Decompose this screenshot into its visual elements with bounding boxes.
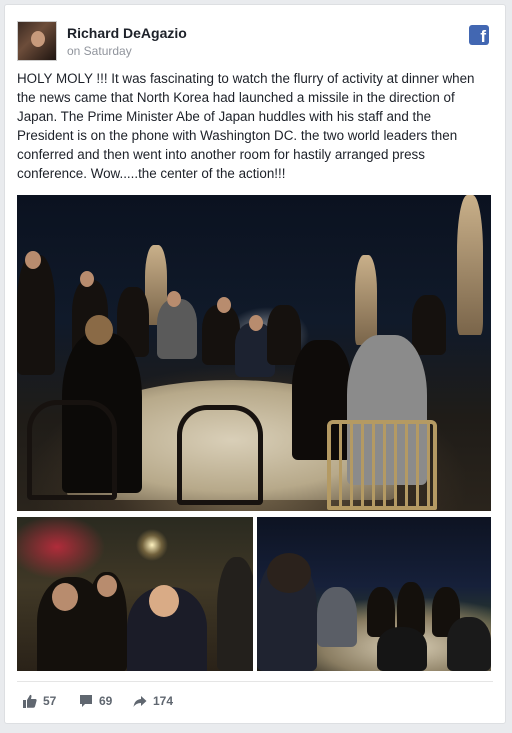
photo-bottom-left[interactable] bbox=[17, 517, 253, 671]
like-button[interactable]: 57 bbox=[23, 694, 56, 708]
post-card: Richard DeAgazio on Saturday f HOLY MOLY… bbox=[4, 4, 506, 724]
photo-bottom-right[interactable] bbox=[257, 517, 491, 671]
share-button[interactable]: 174 bbox=[133, 694, 173, 708]
post-timestamp[interactable]: on Saturday bbox=[67, 44, 132, 58]
share-count: 174 bbox=[153, 694, 174, 708]
comment-count: 69 bbox=[99, 694, 113, 708]
photo-main[interactable] bbox=[17, 195, 491, 511]
comment-button[interactable]: 69 bbox=[79, 694, 112, 708]
author-name[interactable]: Richard DeAgazio bbox=[67, 25, 187, 41]
comment-bubble-icon bbox=[80, 695, 92, 707]
post-text: HOLY MOLY !!! It was fascinating to watc… bbox=[17, 71, 475, 181]
facebook-icon[interactable]: f bbox=[469, 25, 489, 45]
like-count: 57 bbox=[43, 694, 57, 708]
post-actions: 57 69 174 bbox=[17, 681, 493, 717]
share-arrow-icon bbox=[133, 696, 147, 707]
avatar[interactable] bbox=[17, 21, 57, 61]
thumbs-up-icon bbox=[23, 694, 37, 708]
post-header: Richard DeAgazio on Saturday f bbox=[17, 17, 493, 61]
